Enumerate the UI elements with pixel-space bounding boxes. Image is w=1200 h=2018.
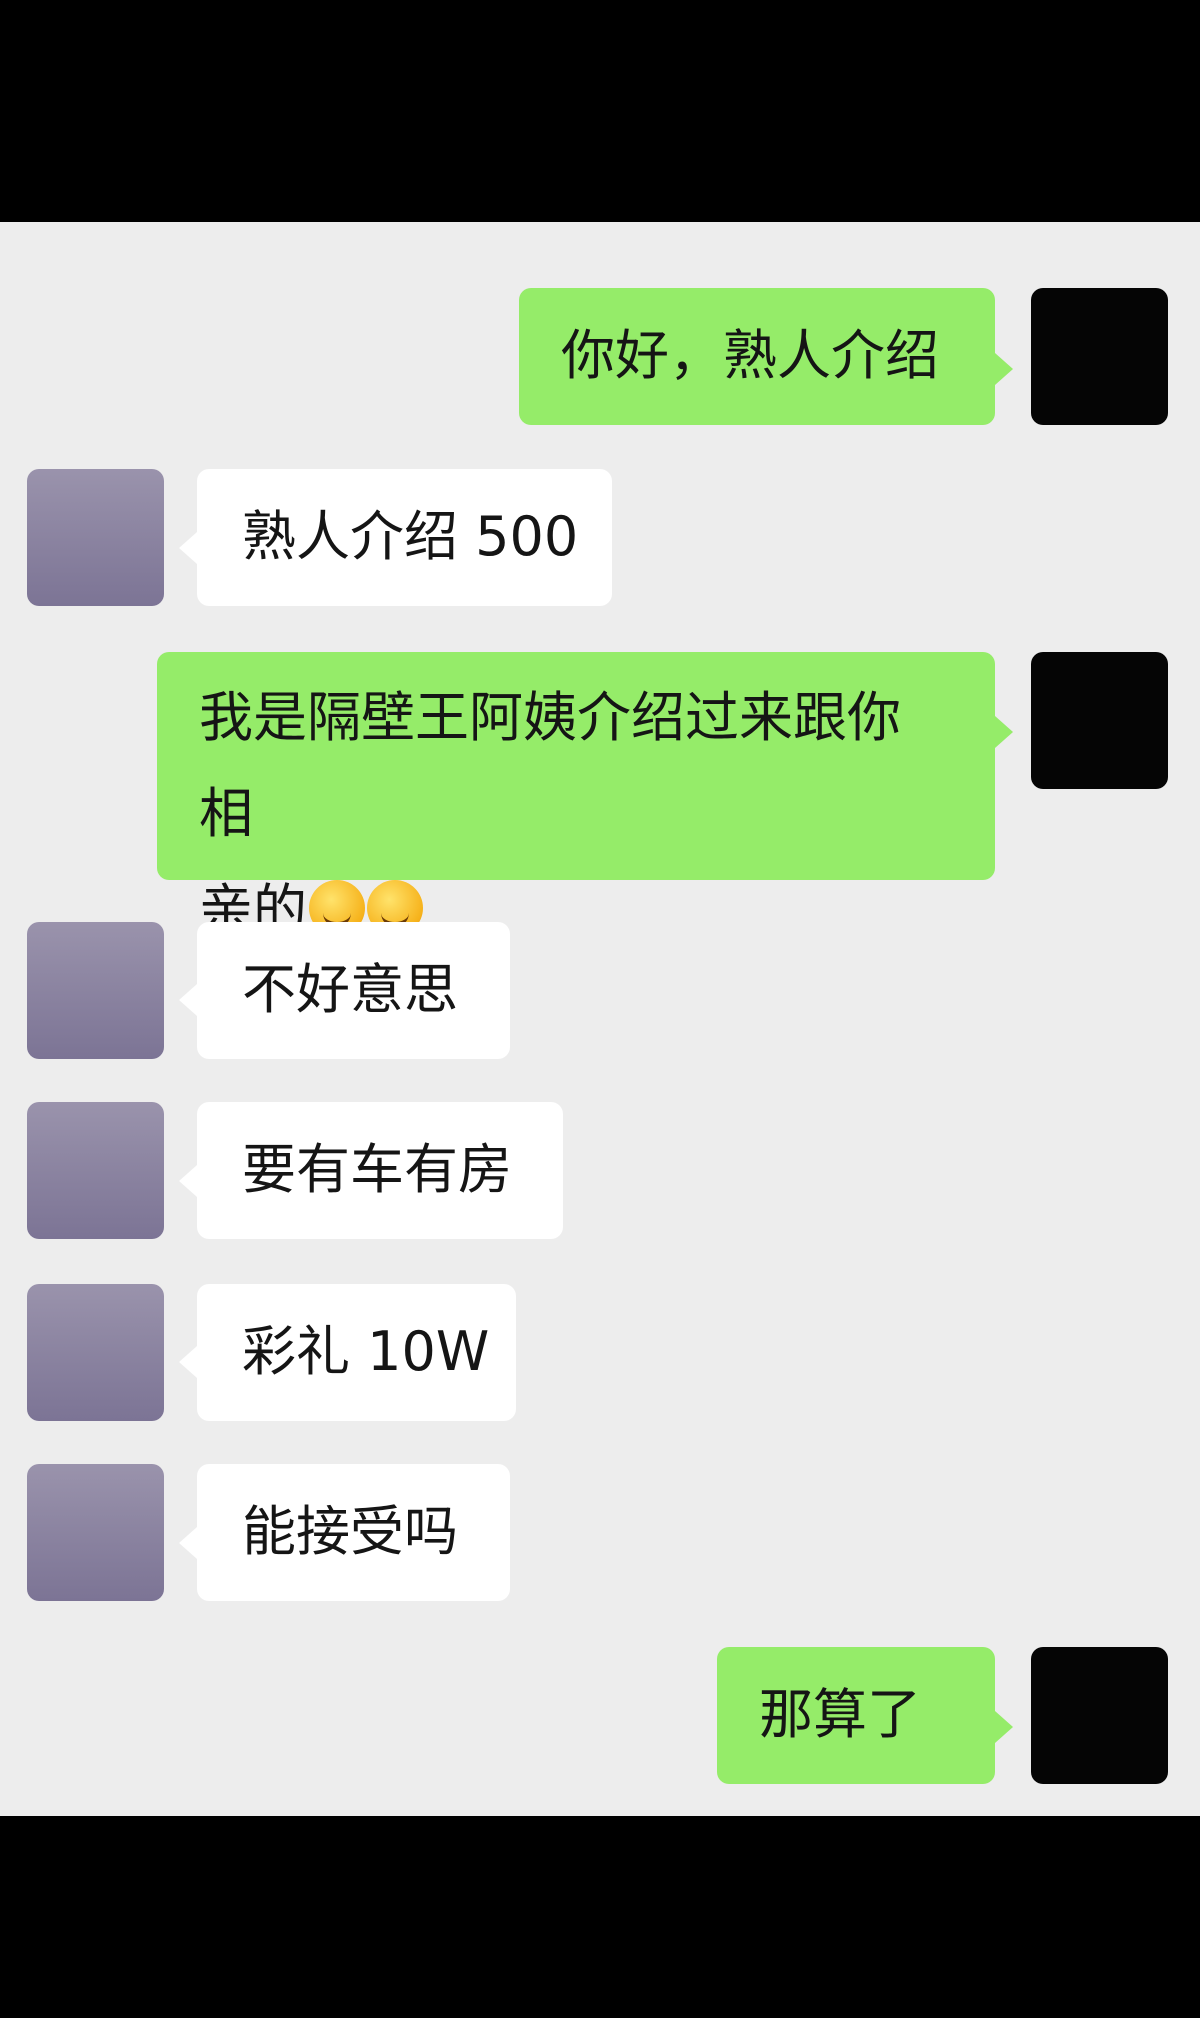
contact-avatar[interactable] bbox=[27, 1284, 164, 1421]
self-avatar[interactable] bbox=[1031, 288, 1168, 425]
contact-avatar[interactable] bbox=[27, 1464, 164, 1601]
bottom-black-bar bbox=[0, 1816, 1200, 2018]
self-avatar[interactable] bbox=[1031, 1647, 1168, 1784]
message-text: 你好，熟人介绍 bbox=[561, 324, 939, 387]
message-bubble-self[interactable]: 我是隔壁王阿姨介绍过来跟你相 亲的 bbox=[157, 652, 995, 941]
bubble-tail bbox=[179, 532, 197, 564]
bubble-tail bbox=[995, 1711, 1013, 1743]
bubble-tail bbox=[179, 1165, 197, 1197]
contact-avatar[interactable] bbox=[27, 469, 164, 606]
contact-avatar[interactable] bbox=[27, 1102, 164, 1239]
chat-area[interactable]: 你好，熟人介绍 熟人介绍 500 我是隔壁王阿姨介绍过来跟你相 亲的 不好意思 … bbox=[0, 222, 1200, 1816]
message-bubble-other[interactable]: 能接受吗 bbox=[197, 1464, 510, 1601]
message-bubble-other[interactable]: 要有车有房 bbox=[197, 1102, 563, 1239]
message-bubble-self[interactable]: 那算了 bbox=[717, 1647, 995, 1784]
bubble-tail bbox=[995, 716, 1013, 748]
message-text: 能接受吗 bbox=[242, 1500, 458, 1563]
bubble-tail bbox=[179, 1527, 197, 1559]
message-text: 不好意思 bbox=[242, 958, 458, 1021]
message-bubble-other[interactable]: 不好意思 bbox=[197, 922, 510, 1059]
message-bubble-other[interactable]: 熟人介绍 500 bbox=[197, 469, 612, 606]
message-text: 要有车有房 bbox=[242, 1138, 512, 1201]
top-black-bar bbox=[0, 0, 1200, 222]
message-text: 彩礼 10W bbox=[242, 1320, 490, 1383]
bubble-tail bbox=[179, 984, 197, 1016]
message-bubble-self[interactable]: 你好，熟人介绍 bbox=[519, 288, 995, 425]
self-avatar[interactable] bbox=[1031, 652, 1168, 789]
contact-avatar[interactable] bbox=[27, 922, 164, 1059]
message-bubble-other[interactable]: 彩礼 10W bbox=[197, 1284, 516, 1421]
message-text: 那算了 bbox=[759, 1683, 921, 1746]
message-text: 熟人介绍 500 bbox=[242, 505, 579, 568]
message-text-line-1: 我是隔壁王阿姨介绍过来跟你相 bbox=[199, 686, 901, 845]
bubble-tail bbox=[995, 353, 1013, 385]
bubble-tail bbox=[179, 1346, 197, 1378]
